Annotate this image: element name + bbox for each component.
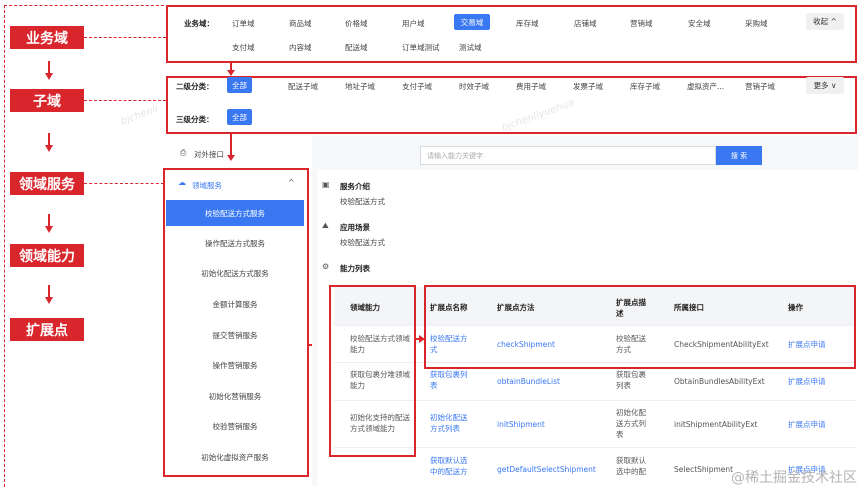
domain-item[interactable]: 内容域 <box>289 42 312 53</box>
scenario-title: 应用场景 <box>340 223 370 232</box>
label-domain-service: 领域服务 <box>10 172 84 195</box>
cell-ext-name[interactable]: 获取包裹列表 <box>430 369 474 391</box>
interface-icon: ⎙ <box>180 148 187 157</box>
chevron-up-icon[interactable]: ^ <box>288 178 295 187</box>
domain-item-active[interactable]: 交易域 <box>454 14 490 30</box>
service-group-label[interactable]: 领域服务 <box>192 180 222 191</box>
level2-item[interactable]: 地址子域 <box>345 81 375 92</box>
service-intro-title: 服务介绍 <box>340 182 370 191</box>
arrow-right-icon <box>419 335 425 343</box>
domain-item[interactable]: 订单域 <box>232 18 255 29</box>
level3-item-active[interactable]: 全部 <box>227 109 252 125</box>
arrow-down-icon <box>45 214 53 233</box>
domain-item[interactable]: 营销域 <box>630 18 653 29</box>
connector-line <box>84 183 164 184</box>
domain-item[interactable]: 支付域 <box>232 42 255 53</box>
cell-method[interactable]: getDefaultSelectShipment <box>497 464 596 475</box>
apply-extension-link[interactable]: 扩展点申请 <box>788 419 826 430</box>
level2-item[interactable]: 支付子域 <box>402 81 432 92</box>
level2-item-active[interactable]: 全部 <box>227 77 252 93</box>
cell-interface: ObtainBundlesAbilityExt <box>674 377 765 386</box>
outer-dashed-border <box>4 5 5 487</box>
watermark: bjchenli <box>119 103 160 128</box>
menu-item[interactable]: 初始化营销服务 <box>166 383 304 409</box>
domain-item[interactable]: 订单域测试 <box>402 42 440 53</box>
connector-line <box>230 134 232 156</box>
menu-item[interactable]: 操作营销服务 <box>166 352 304 378</box>
arrow-down-icon <box>45 133 53 152</box>
scene-icon: ⛰ <box>322 221 329 230</box>
connector-line <box>84 100 166 101</box>
menu-item-active[interactable]: 校验配送方式服务 <box>166 200 304 226</box>
search-input[interactable]: 请输入能力关键字 <box>420 146 716 165</box>
level2-item[interactable]: 营销子域 <box>745 81 775 92</box>
domain-item[interactable]: 商品域 <box>289 18 312 29</box>
arrow-down-icon <box>45 61 53 80</box>
domain-item[interactable]: 测试域 <box>459 42 482 53</box>
label-extension-point: 扩展点 <box>10 318 84 341</box>
menu-item[interactable]: 提交营销服务 <box>166 322 304 348</box>
scenario-value: 校验配送方式 <box>340 238 385 247</box>
list-icon: ⚙ <box>322 262 330 271</box>
domain-item[interactable]: 配送域 <box>345 42 368 53</box>
menu-item[interactable]: 操作配送方式服务 <box>166 230 304 256</box>
cell-interface: SelectShipment <box>674 465 734 474</box>
search-button[interactable]: 搜 索 <box>716 146 762 165</box>
level2-item[interactable]: 虚拟资产... <box>687 81 724 92</box>
domain-item[interactable]: 用户域 <box>402 18 425 29</box>
domain-item[interactable]: 安全域 <box>688 18 711 29</box>
domain-item[interactable]: 店铺域 <box>574 18 597 29</box>
menu-item[interactable]: 初始化虚拟资产服务 <box>166 444 304 470</box>
level2-item[interactable]: 发票子域 <box>573 81 603 92</box>
cell-desc: 获取包裹列表 <box>616 370 646 390</box>
level2-label: 二级分类： <box>176 82 214 91</box>
label-sub-domain: 子域 <box>10 89 84 112</box>
cloud-icon: ☁ <box>178 178 186 187</box>
domain-item[interactable]: 采购域 <box>745 18 768 29</box>
level2-item[interactable]: 配送子域 <box>288 81 318 92</box>
menu-item[interactable]: 金额计算服务 <box>166 291 304 317</box>
cell-method[interactable]: obtainBundleList <box>497 376 560 387</box>
cell-ext-name[interactable]: 初始化配送方式列表 <box>430 412 474 434</box>
external-interface-link[interactable]: 对外接口 <box>194 149 224 160</box>
extension-point-frame <box>424 285 856 369</box>
level2-item[interactable]: 时效子域 <box>459 81 489 92</box>
domain-item[interactable]: 价格域 <box>345 18 368 29</box>
menu-item[interactable]: 初始化配送方式服务 <box>166 260 304 286</box>
more-button[interactable]: 更多 ∨ <box>806 77 844 94</box>
service-intro-value: 校验配送方式 <box>340 197 385 206</box>
doc-icon: ▣ <box>322 180 330 189</box>
arrow-down-icon <box>227 155 235 161</box>
business-domain-label: 业务域： <box>184 19 214 28</box>
apply-extension-link[interactable]: 扩展点申请 <box>788 376 826 387</box>
cell-method[interactable]: initShipment <box>497 419 545 430</box>
cell-desc: 初始化配送方式列表 <box>616 408 646 439</box>
capability-list-title: 能力列表 <box>340 264 370 273</box>
outer-dashed-border <box>4 5 164 6</box>
level2-item[interactable]: 库存子域 <box>630 81 660 92</box>
domain-capability-frame <box>329 285 416 457</box>
footer-watermark: @稀土掘金技术社区 <box>731 470 857 486</box>
collapse-button[interactable]: 收起 ^ <box>806 13 844 30</box>
label-business-domain: 业务域 <box>10 26 84 49</box>
business-domain-frame <box>166 5 857 63</box>
menu-item[interactable]: 校验营销服务 <box>166 413 304 439</box>
level2-item[interactable]: 费用子域 <box>516 81 546 92</box>
cell-ext-name[interactable]: 获取默认选中的配送方 <box>430 455 474 477</box>
cell-desc: 获取默认选中的配 <box>616 456 646 476</box>
label-domain-capability: 领域能力 <box>10 244 84 267</box>
level3-label: 三级分类： <box>176 115 214 124</box>
arrow-down-icon <box>45 285 53 304</box>
cell-interface: initShipmentAbilityExt <box>674 420 758 429</box>
domain-item[interactable]: 库存域 <box>516 18 539 29</box>
connector-line <box>84 37 166 38</box>
